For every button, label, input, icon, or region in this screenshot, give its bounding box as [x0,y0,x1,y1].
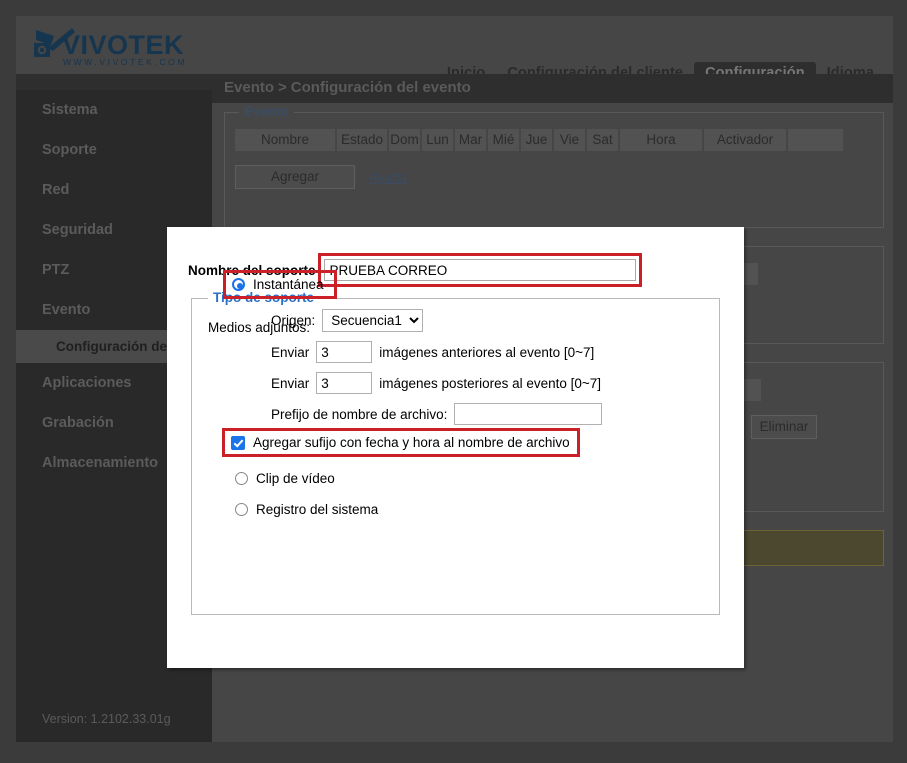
post-event-images-row: Enviar imágenes posteriores al evento [0… [271,372,602,394]
suffix-checkbox-label: Agregar sufijo con fecha y hora al nombr… [253,435,570,450]
page-header: VIVOTEK WWW.VIVOTEK.COM Inicio Configura… [16,16,893,86]
radio-option-clip-de-video[interactable]: Clip de vídeo [235,471,335,486]
radio-registro-del-sistema-icon[interactable] [235,503,248,516]
media-name-input[interactable] [323,259,636,281]
post-event-images-input[interactable] [316,372,373,394]
event-legend: Evento [239,104,295,119]
eliminar-button[interactable]: Eliminar [751,415,817,439]
svg-text:VIVOTEK: VIVOTEK [62,30,184,60]
suffix-checkbox-icon[interactable] [231,435,245,450]
pre-event-images-input[interactable] [316,341,373,363]
th-sat: Sat [587,129,618,151]
radio-clip-de-video-label: Clip de vídeo [256,471,335,486]
event-actions: Agregar Ayuda [235,165,873,189]
radio-instantanea-label: Instantánea [253,277,324,292]
th-vie: Vie [554,129,585,151]
radio-instantanea-icon[interactable] [232,278,245,291]
post-event-send-label: Enviar [271,375,310,391]
screenshot-root: VIVOTEK WWW.VIVOTEK.COM Inicio Configura… [0,0,907,763]
th-mar: Mar [455,129,486,151]
file-prefix-input[interactable] [454,403,603,425]
radio-clip-de-video-icon[interactable] [235,472,248,485]
sidebar-item-sistema[interactable]: Sistema [16,90,212,130]
breadcrumb: Evento > Configuración del evento [224,79,471,96]
file-prefix-label: Prefijo de nombre de archivo: [271,406,448,422]
radio-registro-del-sistema-label: Registro del sistema [256,502,379,517]
pre-event-images-row: Enviar imágenes anteriores al evento [0~… [271,341,602,363]
origen-label: Origen: [271,313,316,328]
origen-row: Origen: Secuencia1 Secuencia2 Secuencia3… [271,309,602,332]
svg-text:WWW.VIVOTEK.COM: WWW.VIVOTEK.COM [63,57,187,67]
firmware-version: Version: 1.2102.33.01g [42,712,171,726]
media-settings-dialog: Nombre del soporte Tipo de soporte Medio… [167,227,744,668]
event-table-header: Nombre Estado Dom Lun Mar Mié Jue Vie Sa… [235,129,873,151]
sidebar-item-red[interactable]: Red [16,170,212,210]
th-nombre: Nombre [235,129,335,151]
agregar-button[interactable]: Agregar [235,165,355,189]
media-name-highlight [317,253,642,287]
suffix-checkbox-highlight: Agregar sufijo con fecha y hora al nombr… [222,428,580,457]
th-activador: Activador [704,129,786,151]
file-prefix-row: Prefijo de nombre de archivo: [271,403,603,425]
radio-option-registro-del-sistema[interactable]: Registro del sistema [235,502,378,517]
th-jue: Jue [521,129,552,151]
suffix-checkbox-row[interactable]: Agregar sufijo con fecha y hora al nombr… [231,435,570,450]
breadcrumb-separator: > [278,79,287,96]
breadcrumb-current: Configuración del evento [290,79,471,96]
breadcrumb-root[interactable]: Evento [224,79,274,96]
event-fieldset: Evento Nombre Estado Dom Lun Mar Mié Jue… [224,104,884,228]
snapshot-option-highlight: Instantánea [223,270,337,299]
origen-select[interactable]: Secuencia1 Secuencia2 Secuencia3 Secuenc… [322,309,424,332]
radio-option-instantanea[interactable]: Instantánea [232,277,324,292]
pre-event-send-label: Enviar [271,344,310,360]
sidebar-item-soporte[interactable]: Soporte [16,130,212,170]
pre-event-images-suffix: imágenes anteriores al evento [0~7] [379,344,595,360]
th-estado: Estado [337,129,387,151]
th-hora: Hora [620,129,702,151]
post-event-images-suffix: imágenes posteriores al evento [0~7] [379,375,602,391]
th-actions [788,129,843,151]
th-lun: Lun [422,129,453,151]
snapshot-settings: Origen: Secuencia1 Secuencia2 Secuencia3… [271,309,603,434]
th-mie: Mié [488,129,519,151]
vivotek-logo[interactable]: VIVOTEK WWW.VIVOTEK.COM [26,22,206,72]
th-dom: Dom [389,129,420,151]
ayuda-link[interactable]: Ayuda [369,170,407,185]
